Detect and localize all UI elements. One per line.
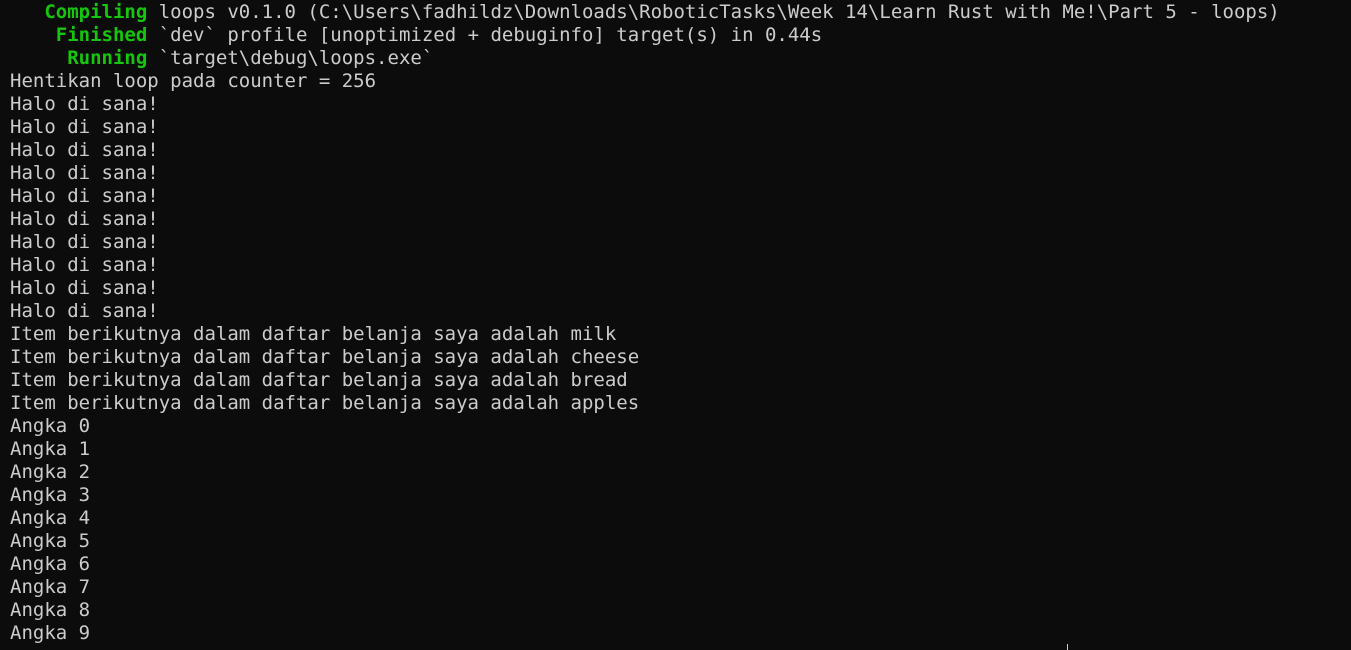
- output-line: Halo di sana!: [10, 231, 159, 253]
- output-line: Angka 8: [10, 599, 91, 621]
- cargo-status-compiling: Compiling: [44, 1, 148, 23]
- output-line: Item berikutnya dalam daftar belanja say…: [10, 369, 628, 391]
- cargo-message: `target\debug\loops.exe`: [147, 47, 434, 69]
- output-line: Halo di sana!: [10, 185, 159, 207]
- output-line: Halo di sana!: [10, 139, 159, 161]
- cargo-running-line: Running `target\debug\loops.exe`: [10, 47, 1351, 70]
- output-line: Angka 3: [10, 484, 91, 506]
- output-line: Angka 9: [10, 622, 91, 644]
- output-line: Halo di sana!: [10, 277, 159, 299]
- output-line: Halo di sana!: [10, 162, 159, 184]
- output-line: Angka 5: [10, 530, 91, 552]
- terminal-output: Compiling loops v0.1.0 (C:\Users\fadhild…: [10, 1, 1351, 645]
- output-line: Angka 2: [10, 461, 91, 483]
- output-line: Halo di sana!: [10, 254, 159, 276]
- output-line: Halo di sana!: [10, 116, 159, 138]
- cargo-message: `dev` profile [unoptimized + debuginfo] …: [147, 24, 823, 46]
- cargo-status-running: Running: [67, 47, 148, 69]
- output-line: Halo di sana!: [10, 93, 159, 115]
- cargo-status-finished: Finished: [55, 24, 148, 46]
- terminal-window[interactable]: Compiling loops v0.1.0 (C:\Users\fadhild…: [0, 0, 1351, 650]
- output-line: Item berikutnya dalam daftar belanja say…: [10, 323, 617, 345]
- output-line: Angka 7: [10, 576, 91, 598]
- text-cursor: [1067, 644, 1068, 650]
- output-line: Hentikan loop pada counter = 256: [10, 70, 377, 92]
- output-line: Item berikutnya dalam daftar belanja say…: [10, 346, 640, 368]
- output-line: Angka 4: [10, 507, 91, 529]
- cargo-message: loops v0.1.0 (C:\Users\fadhildz\Download…: [147, 1, 1280, 23]
- cargo-finished-line: Finished `dev` profile [unoptimized + de…: [10, 24, 1351, 47]
- cargo-compiling-line: Compiling loops v0.1.0 (C:\Users\fadhild…: [10, 1, 1351, 24]
- output-line: Halo di sana!: [10, 300, 159, 322]
- output-line: Angka 6: [10, 553, 91, 575]
- output-line: Angka 1: [10, 438, 91, 460]
- output-line: Item berikutnya dalam daftar belanja say…: [10, 392, 640, 414]
- output-line: Angka 0: [10, 415, 91, 437]
- output-line: Halo di sana!: [10, 208, 159, 230]
